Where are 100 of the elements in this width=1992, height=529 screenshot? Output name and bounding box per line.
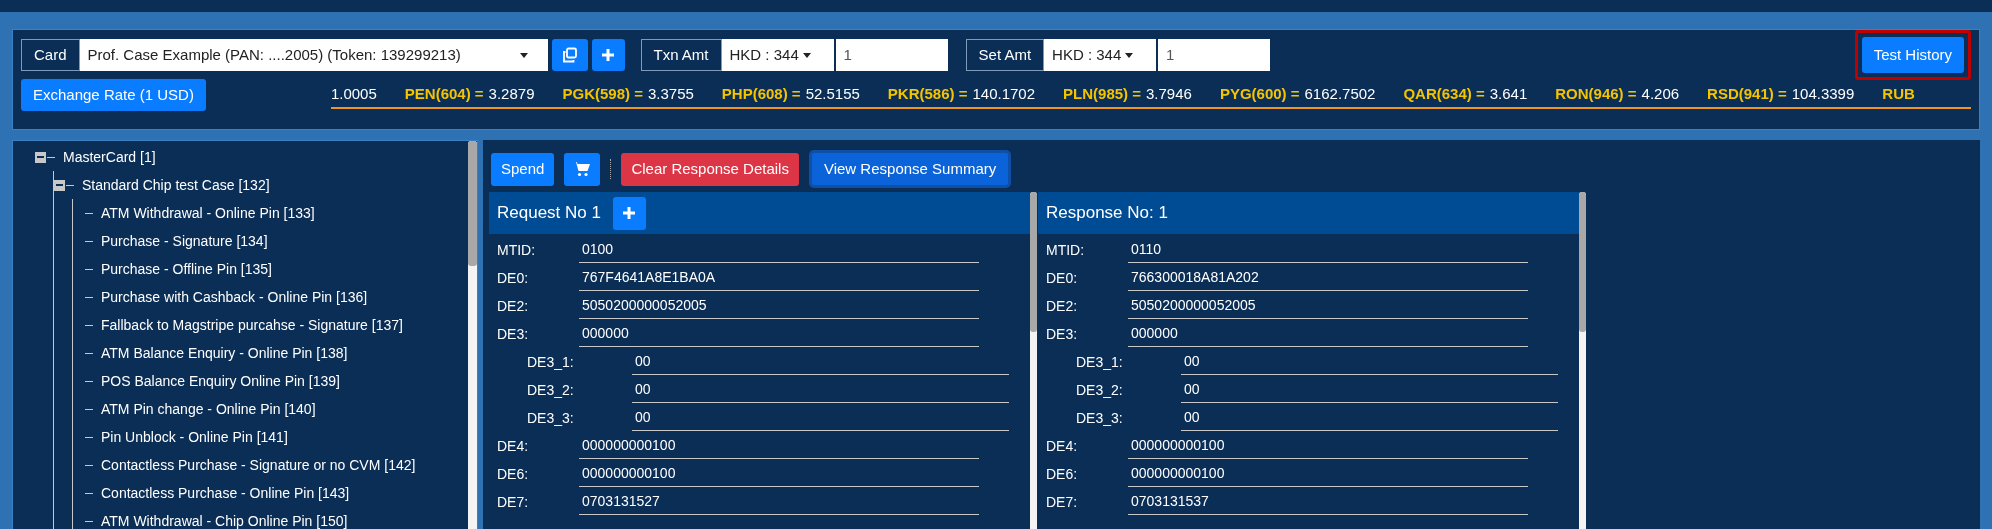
cart-button[interactable] xyxy=(564,152,601,186)
rate-value: 52.5155 xyxy=(805,83,860,104)
tree-item[interactable]: Purchase with Cashback - Online Pin [136] xyxy=(101,286,368,308)
rate-value: 140.1702 xyxy=(972,83,1036,104)
field-value[interactable]: 00 xyxy=(632,407,1009,431)
test-history-button[interactable]: Test History xyxy=(1861,37,1964,73)
field-value[interactable]: 00 xyxy=(632,351,1009,375)
field-label: DE3_2: xyxy=(1076,381,1124,400)
card-value: Prof. Case Example (PAN: ....2005) (Token: 139299213) xyxy=(87,44,461,65)
tree-item[interactable]: POS Balance Enquiry Online Pin [139] xyxy=(101,370,340,392)
scrollbar-thumb[interactable] xyxy=(1030,192,1037,332)
view-summary-button[interactable]: View Response Summary xyxy=(808,150,1012,188)
field-value[interactable]: 0703131537 xyxy=(1128,491,1528,515)
tree-item[interactable]: ATM Pin change - Online Pin [140] xyxy=(101,398,316,420)
tree-item[interactable]: Fallback to Magstripe purcahse - Signature [137] xyxy=(101,314,403,336)
field-label: DE0: xyxy=(1046,269,1079,288)
currency-code: RON(946) = xyxy=(1555,83,1637,104)
plus-icon xyxy=(622,206,637,220)
field-label: DE3_1: xyxy=(1076,353,1124,372)
amount-field[interactable]: 1 xyxy=(1158,39,1271,71)
cart-icon xyxy=(573,161,592,177)
tree-item[interactable]: Standard Chip test Case [132] xyxy=(82,174,270,196)
field-label: DE4: xyxy=(497,437,530,456)
field-value[interactable]: 0110 xyxy=(1128,239,1528,263)
field-label: DE6: xyxy=(1046,465,1079,484)
currency-code: PKR(586) = xyxy=(887,83,968,104)
copy-button[interactable] xyxy=(551,39,588,71)
field-value[interactable]: 767F4641A8E1BA0A xyxy=(579,267,979,291)
field-label: DE3_3: xyxy=(1076,409,1124,428)
field-value[interactable]: 766300018A81A202 xyxy=(1128,267,1528,291)
rate-value: 1.0005 xyxy=(330,83,377,104)
tree-item[interactable]: Purchase - Offline Pin [135] xyxy=(101,258,272,280)
currency-code: PLN(985) = xyxy=(1063,83,1141,104)
field-value[interactable]: 000000000100 xyxy=(579,435,979,459)
field-value[interactable]: 000000 xyxy=(579,323,979,347)
field-label: DE6: xyxy=(497,465,530,484)
tree-item[interactable]: Contactless Purchase - Online Pin [143] xyxy=(101,482,350,504)
tree-item[interactable]: Contactless Purchase - Signature or no CVM [142] xyxy=(101,454,416,476)
rate-value: 3.641 xyxy=(1489,83,1528,104)
exchange-rate-button[interactable]: Exchange Rate (1 USD) xyxy=(21,79,206,111)
rate-value: 6162.7502 xyxy=(1304,83,1376,104)
field-label: DE2: xyxy=(1046,297,1079,316)
field-value[interactable]: 000000000100 xyxy=(1128,463,1528,487)
collapse-icon[interactable] xyxy=(54,179,65,191)
caret-icon xyxy=(802,52,811,58)
plus-icon xyxy=(601,48,615,62)
collapse-icon[interactable] xyxy=(35,151,46,163)
currency-dropdown[interactable]: HKD : 344 xyxy=(1044,39,1157,71)
add-button[interactable] xyxy=(612,196,646,230)
rate-value: 104.3399 xyxy=(1791,83,1855,104)
rate-value: 3.3755 xyxy=(647,83,694,104)
field-value[interactable]: 000000000100 xyxy=(579,463,979,487)
card-dropdown[interactable]: Prof. Case Example (PAN: ....2005) (Token: 139299213) xyxy=(79,39,548,71)
currency-value: HKD : 344 xyxy=(729,44,799,65)
panel-title: Response No: 1 xyxy=(1046,202,1168,225)
currency-code: PGK(598) = xyxy=(562,83,643,104)
currency-code: QAR(634) = xyxy=(1403,83,1485,104)
rate-value: 3.7946 xyxy=(1146,83,1192,104)
clear-response-button[interactable]: Clear Response Details xyxy=(621,152,799,186)
currency-dropdown[interactable]: HKD : 344 xyxy=(721,39,834,71)
tree-item[interactable]: ATM Balance Enquiry - Online Pin [138] xyxy=(101,342,348,364)
caret-icon xyxy=(519,52,528,58)
field-label: DE3_3: xyxy=(527,409,575,428)
field-label: DE0: xyxy=(497,269,530,288)
field-label: DE4: xyxy=(1046,437,1079,456)
panel-title: Request No 1 xyxy=(497,202,601,225)
tree-item[interactable]: Pin Unblock - Online Pin [141] xyxy=(101,426,288,448)
currency-code: PYG(600) = xyxy=(1219,83,1300,104)
card-label: Card xyxy=(21,39,80,71)
tree-item[interactable]: MasterCard [1] xyxy=(63,146,156,168)
field-value[interactable]: 000000000100 xyxy=(1128,435,1528,459)
field-value[interactable]: 00 xyxy=(1181,407,1558,431)
field-value[interactable]: 00 xyxy=(1181,379,1558,403)
field-label: MTID: xyxy=(497,241,537,260)
amount-label: Set Amt xyxy=(965,39,1045,71)
add-button[interactable] xyxy=(591,39,625,71)
caret-icon xyxy=(1125,52,1134,58)
tree-item[interactable]: ATM Withdrawal - Online Pin [133] xyxy=(101,202,315,224)
amount-field[interactable]: 1 xyxy=(835,39,948,71)
currency-value: HKD : 344 xyxy=(1052,44,1122,65)
currency-code: PEN(604) = xyxy=(404,83,484,104)
field-label: DE3: xyxy=(1046,325,1079,344)
field-value[interactable]: 0703131527 xyxy=(579,491,979,515)
field-value[interactable]: 00 xyxy=(1181,351,1558,375)
rate-value: 4.206 xyxy=(1641,83,1680,104)
scrollbar-thumb[interactable] xyxy=(1579,192,1586,332)
amount-label: Txn Amt xyxy=(640,39,722,71)
field-value[interactable]: 00 xyxy=(632,379,1009,403)
scrollbar-thumb[interactable] xyxy=(468,141,477,266)
field-label: DE3: xyxy=(497,325,530,344)
field-value[interactable]: 5050200000052005 xyxy=(1128,295,1528,319)
field-value[interactable]: 000000 xyxy=(1128,323,1528,347)
field-label: DE7: xyxy=(497,493,530,512)
field-value[interactable]: 5050200000052005 xyxy=(579,295,979,319)
field-value[interactable]: 0100 xyxy=(579,239,979,263)
spend-button[interactable]: Spend xyxy=(491,152,555,186)
tree-item[interactable]: Purchase - Signature [134] xyxy=(101,230,268,252)
rate-value: 3.2879 xyxy=(488,83,535,104)
tree-item[interactable]: ATM Withdrawal - Chip Online Pin [150] xyxy=(101,510,348,529)
currency-code: RSD(941) = xyxy=(1707,83,1787,104)
